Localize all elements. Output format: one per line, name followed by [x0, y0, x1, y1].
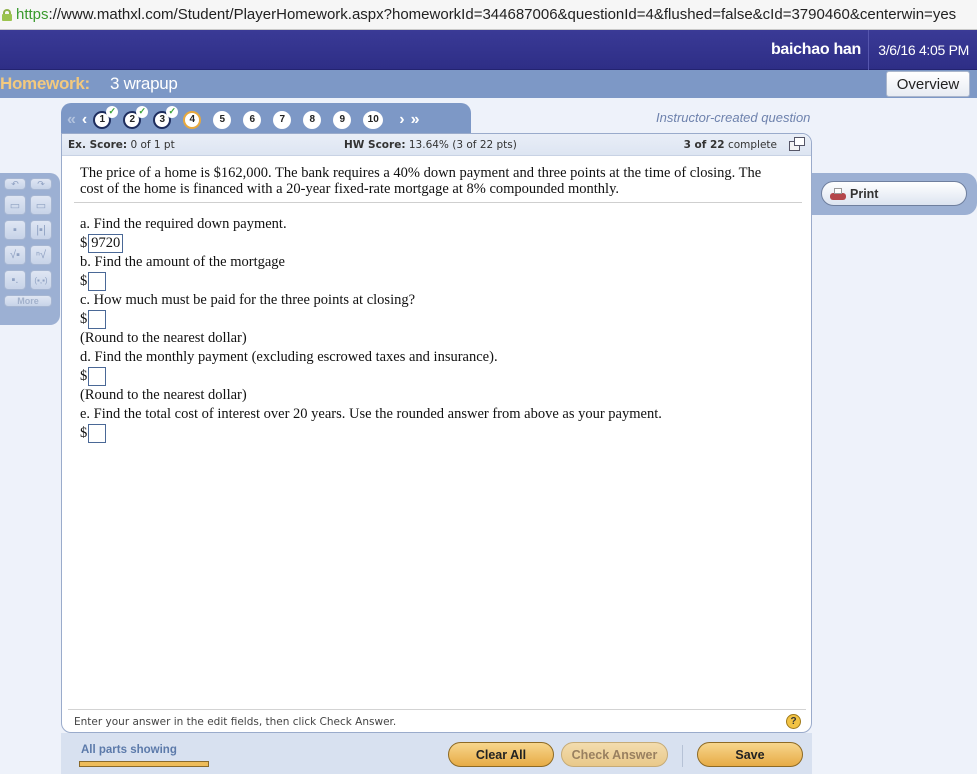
fraction-icon[interactable]: ▭ — [4, 195, 26, 215]
square-root-icon[interactable]: √▪ — [4, 245, 26, 265]
exercise-score: Ex. Score: 0 of 1 pt — [68, 139, 175, 151]
browser-address-bar[interactable]: https://www.mathxl.com/Student/PlayerHom… — [0, 0, 977, 30]
exponent-icon[interactable]: ▪ — [4, 220, 26, 240]
more-tools-button[interactable]: More — [4, 295, 52, 307]
print-panel: Print — [812, 173, 977, 215]
part-c-note: (Round to the nearest dollar) — [80, 330, 247, 346]
top-header: baichao han 3/6/16 4:05 PM — [0, 30, 977, 70]
homework-name: 3 wrapup — [110, 74, 178, 93]
overview-button[interactable]: Overview — [886, 71, 970, 97]
check-icon: ✓ — [166, 105, 179, 118]
question-9-button[interactable]: 9 — [333, 110, 352, 129]
help-icon[interactable]: ? — [786, 714, 801, 729]
homework-label: Homework: — [0, 74, 90, 93]
print-button[interactable]: Print — [821, 181, 967, 206]
user-name: baichao han — [770, 41, 861, 58]
button-divider — [682, 745, 683, 767]
stem-divider — [74, 202, 802, 203]
part-b-answer-row: $ — [80, 272, 662, 291]
part-b-answer-input[interactable] — [88, 272, 107, 291]
ordered-pair-icon[interactable]: (▪,▪) — [30, 270, 52, 290]
subscript-icon[interactable]: ▪. — [4, 270, 26, 290]
part-e-answer-row: $ — [80, 424, 662, 443]
question-8-button[interactable]: 8 — [303, 110, 322, 129]
nth-root-icon[interactable]: ⁿ√ — [30, 245, 52, 265]
check-icon: ✓ — [106, 105, 119, 118]
parts-showing-link[interactable]: All parts showing — [81, 744, 177, 756]
save-button[interactable]: Save — [697, 742, 803, 767]
answer-instruction: Enter your answer in the edit fields, th… — [74, 716, 397, 728]
part-a-answer-row: $9720 — [80, 234, 662, 253]
question-source: Instructor-created question — [656, 110, 811, 125]
header-divider — [868, 30, 869, 70]
part-c-prompt: c. How much must be paid for the three p… — [80, 292, 416, 308]
last-question-icon[interactable]: » — [411, 111, 420, 129]
question-stem: The price of a home is $162,000. The ban… — [80, 165, 762, 197]
question-7-button[interactable]: 7 — [273, 110, 292, 129]
part-d-answer-row: $ — [80, 367, 662, 386]
first-question-icon[interactable]: « — [67, 111, 76, 129]
question-4-button[interactable]: 4 — [183, 110, 202, 129]
question-1-button[interactable]: 1 ✓ — [93, 105, 119, 129]
previous-question-icon[interactable]: ‹ — [82, 111, 87, 129]
parts-progress-bar — [79, 761, 209, 767]
part-e-prompt: e. Find the total cost of interest over … — [80, 406, 662, 422]
part-d-note: (Round to the nearest dollar) — [80, 387, 247, 403]
url-text[interactable]: https://www.mathxl.com/Student/PlayerHom… — [16, 6, 956, 23]
math-tool-palette: ↶ ↷ ▭ ▭ ▪ |▪| √▪ ⁿ√ ▪. (▪,▪) More — [0, 173, 60, 325]
question-parts: a. Find the required down payment. $9720… — [80, 215, 662, 443]
completion-status: 3 of 22 complete — [683, 139, 777, 151]
action-bar: All parts showing Clear All Check Answer… — [61, 733, 812, 774]
question-navigator: « ‹ 1 ✓ 2 ✓ 3 ✓ 4 5 6 7 8 9 10 › » — [61, 103, 471, 136]
part-e-answer-input[interactable] — [88, 424, 107, 443]
check-icon: ✓ — [136, 105, 149, 118]
part-c-answer-row: $ — [80, 310, 662, 329]
printer-icon — [830, 188, 846, 200]
check-answer-button[interactable]: Check Answer — [561, 742, 668, 767]
part-d-prompt: d. Find the monthly payment (excluding e… — [80, 349, 498, 365]
part-d-answer-input[interactable] — [88, 367, 107, 386]
footer-divider — [68, 709, 806, 710]
part-c-answer-input[interactable] — [88, 310, 107, 329]
homework-score: HW Score: 13.64% (3 of 22 pts) — [344, 139, 517, 151]
question-5-button[interactable]: 5 — [213, 110, 232, 129]
question-panel: Ex. Score: 0 of 1 pt HW Score: 13.64% (3… — [61, 133, 812, 733]
absolute-value-icon[interactable]: |▪| — [30, 220, 52, 240]
score-bar: Ex. Score: 0 of 1 pt HW Score: 13.64% (3… — [62, 134, 811, 156]
popout-window-icon[interactable] — [789, 137, 805, 152]
question-6-button[interactable]: 6 — [243, 110, 262, 129]
question-2-button[interactable]: 2 ✓ — [123, 105, 149, 129]
homework-bar: Homework: 3 wrapup Overview — [0, 70, 977, 98]
next-question-icon[interactable]: › — [399, 111, 404, 129]
question-3-button[interactable]: 3 ✓ — [153, 105, 179, 129]
mixed-number-icon[interactable]: ▭ — [30, 195, 52, 215]
datetime: 3/6/16 4:05 PM — [878, 42, 969, 58]
lock-icon — [2, 8, 12, 21]
redo-icon[interactable]: ↷ — [30, 178, 52, 190]
part-a-prompt: a. Find the required down payment. — [80, 216, 287, 232]
part-b-prompt: b. Find the amount of the mortgage — [80, 254, 285, 270]
part-a-answer-input[interactable]: 9720 — [88, 234, 124, 253]
undo-icon[interactable]: ↶ — [4, 178, 26, 190]
question-10-button[interactable]: 10 — [363, 110, 384, 129]
clear-all-button[interactable]: Clear All — [448, 742, 554, 767]
